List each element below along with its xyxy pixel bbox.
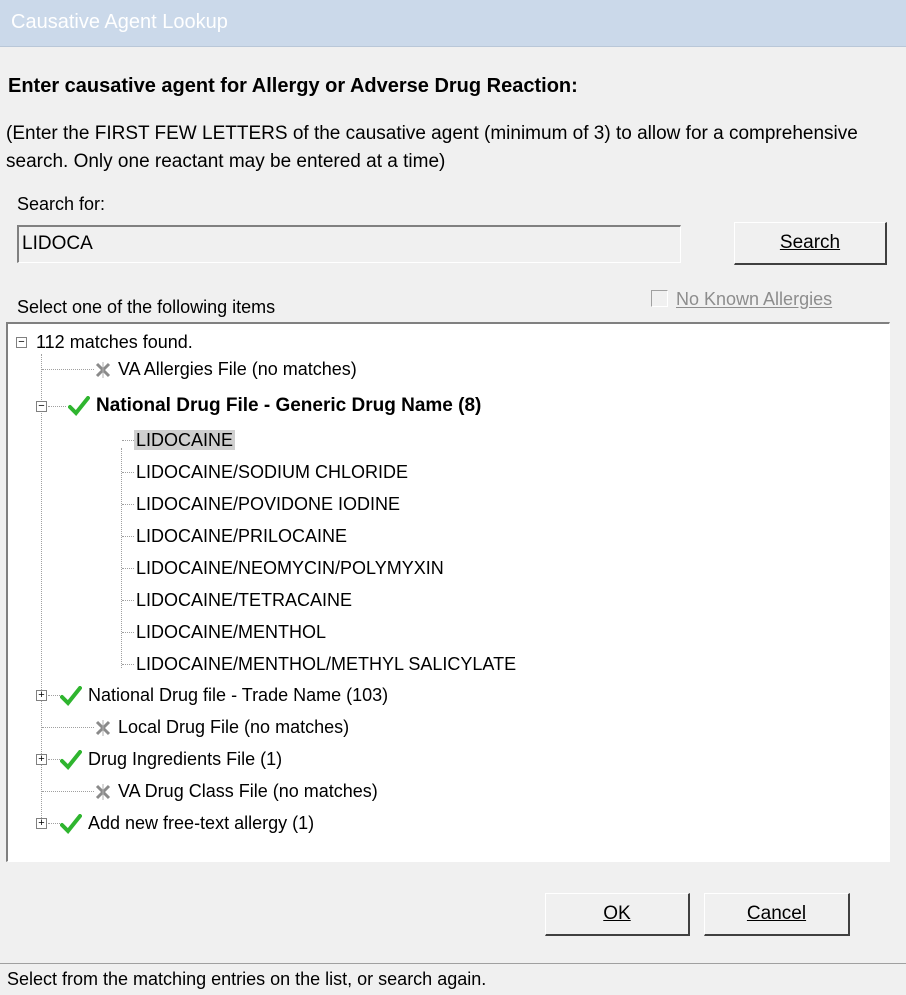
tree-group-label: Add new free-text allergy (1)	[88, 813, 315, 833]
dialog-heading: Enter causative agent for Allergy or Adv…	[8, 75, 578, 97]
no-match-icon	[95, 784, 111, 801]
checkbox-box[interactable]	[651, 290, 668, 307]
results-tree[interactable]: − 112 matches found. VA Allergies File (…	[6, 322, 890, 862]
instructions-text: (Enter the FIRST FEW LETTERS of the caus…	[6, 123, 858, 172]
tree-group-label: Drug Ingredients File (1)	[88, 749, 283, 769]
status-bar: Select from the matching entries on the …	[0, 963, 906, 995]
collapse-root-icon[interactable]: −	[16, 337, 27, 348]
ok-button-label: OK	[603, 903, 631, 924]
tree-group-label: National Drug file - Trade Name (103)	[88, 685, 389, 705]
tree-item[interactable]: LIDOCAINE/TETRACAINE	[134, 586, 354, 614]
tree-group-va-drug-class[interactable]: VA Drug Class File (no matches)	[94, 777, 380, 805]
no-match-icon	[95, 362, 111, 379]
tree-item[interactable]: LIDOCAINE/PRILOCAINE	[134, 522, 349, 550]
window-title: Causative Agent Lookup	[11, 11, 228, 33]
tree-group-label: VA Drug Class File (no matches)	[118, 781, 378, 801]
no-known-allergies-checkbox[interactable]: No Known Allergies	[651, 289, 832, 310]
expand-ingredients-icon[interactable]: +	[36, 754, 47, 765]
cancel-button[interactable]: Cancel	[704, 893, 850, 936]
no-known-allergies-label: No Known Allergies	[676, 289, 833, 309]
tree-item[interactable]: LIDOCAINE/MENTHOL	[134, 618, 328, 646]
tree-root-label: 112 matches found.	[36, 332, 193, 352]
checkmark-icon	[60, 750, 82, 771]
tree-root: 112 matches found.	[34, 328, 195, 356]
expand-trade-icon[interactable]: +	[36, 690, 47, 701]
list-label: Select one of the following items	[17, 297, 276, 317]
tree-item[interactable]: LIDOCAINE/SODIUM CHLORIDE	[134, 458, 410, 486]
title-bar: Causative Agent Lookup	[0, 0, 906, 47]
checkmark-icon	[60, 814, 82, 835]
search-button-label: Search	[779, 232, 841, 253]
collapse-generic-icon[interactable]: −	[36, 401, 47, 412]
tree-item[interactable]: LIDOCAINE/MENTHOL/METHYL SALICYLATE	[134, 650, 518, 678]
search-label: Search for:	[17, 194, 106, 214]
no-match-icon	[95, 720, 111, 737]
tree-group-label: National Drug File - Generic Drug Name (…	[96, 395, 482, 416]
cancel-button-label: Cancel	[746, 903, 807, 924]
search-button[interactable]: Search	[734, 222, 887, 265]
tree-item[interactable]: LIDOCAINE/POVIDONE IODINE	[134, 490, 402, 518]
tree-item-lidocaine[interactable]: LIDOCAINE	[134, 426, 236, 454]
tree-group-drug-ingredients[interactable]: Drug Ingredients File (1)	[60, 745, 284, 773]
tree-group-free-text[interactable]: Add new free-text allergy (1)	[60, 809, 316, 837]
search-input[interactable]: LIDOCA	[17, 225, 681, 263]
expand-free-text-icon[interactable]: +	[36, 818, 47, 829]
tree-group-label: Local Drug File (no matches)	[118, 717, 350, 737]
tree-group-ndf-generic[interactable]: National Drug File - Generic Drug Name (…	[68, 392, 483, 420]
ok-button[interactable]: OK	[545, 893, 690, 936]
status-text: Select from the matching entries on the …	[7, 969, 487, 989]
checkmark-icon	[60, 686, 82, 707]
tree-group-va-allergies[interactable]: VA Allergies File (no matches)	[94, 355, 359, 383]
tree-group-local-drug[interactable]: Local Drug File (no matches)	[94, 713, 351, 741]
tree-item[interactable]: LIDOCAINE/NEOMYCIN/POLYMYXIN	[134, 554, 446, 582]
search-input-value: LIDOCA	[22, 233, 93, 254]
checkmark-icon	[68, 395, 90, 416]
tree-group-label: VA Allergies File (no matches)	[118, 359, 357, 379]
tree-group-ndf-trade[interactable]: National Drug file - Trade Name (103)	[60, 681, 390, 709]
